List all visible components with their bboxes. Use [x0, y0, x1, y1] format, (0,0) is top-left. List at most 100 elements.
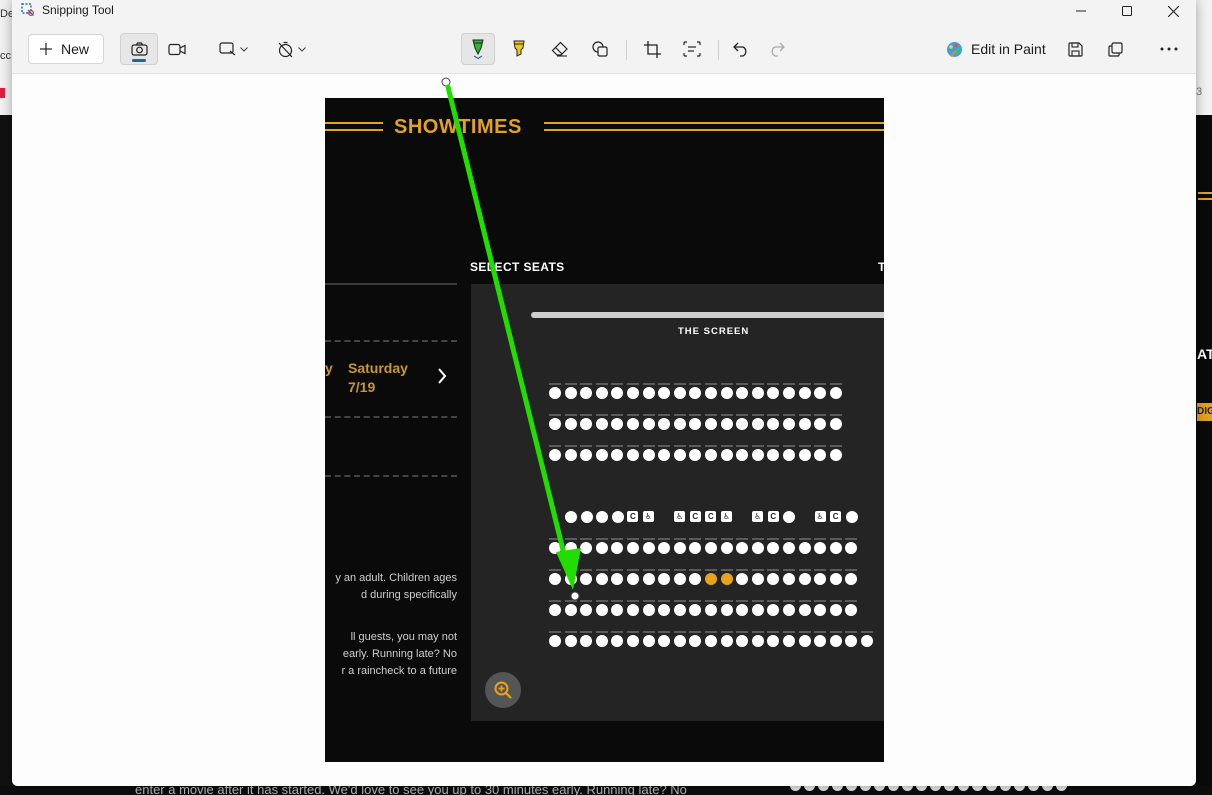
seat-available[interactable] — [658, 387, 671, 399]
seat-available[interactable] — [705, 635, 717, 647]
seat-available[interactable] — [736, 635, 749, 647]
seat-companion[interactable]: C — [627, 511, 639, 522]
seat-wheelchair[interactable]: ♿ — [721, 511, 732, 522]
seat-available[interactable] — [845, 604, 858, 616]
screenshot-mode-button[interactable] — [120, 33, 158, 65]
highlighter-button[interactable] — [502, 33, 536, 65]
seat-available[interactable] — [673, 387, 686, 399]
seat-available[interactable] — [627, 635, 639, 647]
seat-available[interactable] — [580, 418, 593, 430]
seat-available[interactable] — [549, 387, 561, 399]
save-button[interactable] — [1058, 33, 1092, 65]
seat-available[interactable] — [673, 418, 686, 430]
selected-day[interactable]: Saturday 7/19 — [348, 359, 408, 397]
seat-available[interactable] — [595, 604, 608, 616]
zoom-in-button[interactable] — [485, 672, 521, 708]
seat-available[interactable] — [798, 542, 811, 554]
seat-available[interactable] — [689, 573, 702, 585]
seat-available[interactable] — [845, 573, 858, 585]
seat-available[interactable] — [627, 418, 639, 430]
snip-canvas[interactable]: SHOWTIMES SELECT SEATS T y Saturday 7/19… — [12, 74, 1196, 786]
seat-available[interactable] — [829, 573, 842, 585]
seat-wheelchair[interactable]: ♿ — [643, 511, 654, 522]
seat-available[interactable] — [580, 573, 593, 585]
seat-available[interactable] — [751, 604, 764, 616]
seat-available[interactable] — [673, 604, 686, 616]
seat-available[interactable] — [798, 387, 811, 399]
crop-button[interactable] — [635, 33, 669, 65]
seat-available[interactable] — [564, 418, 577, 430]
seat-available[interactable] — [720, 387, 733, 399]
seat-available[interactable] — [814, 449, 827, 461]
seat-available[interactable] — [798, 449, 811, 461]
seat-available[interactable] — [673, 635, 686, 647]
seat-available[interactable] — [751, 449, 764, 461]
seat-available[interactable] — [829, 387, 842, 399]
video-mode-button[interactable] — [160, 33, 194, 65]
seat-available[interactable] — [767, 418, 780, 430]
seat-available[interactable] — [783, 604, 795, 616]
seat-available[interactable] — [767, 542, 780, 554]
seat-companion[interactable]: C — [705, 511, 717, 522]
seat-available[interactable] — [673, 449, 686, 461]
minimize-button[interactable] — [1058, 0, 1104, 22]
seat-available[interactable] — [798, 635, 811, 647]
seat-available[interactable] — [564, 635, 577, 647]
seat-available[interactable] — [705, 387, 717, 399]
seat-available[interactable] — [595, 635, 608, 647]
seat-available[interactable] — [596, 511, 609, 523]
seat-available[interactable] — [705, 418, 717, 430]
seat-available[interactable] — [627, 573, 639, 585]
seat-selected[interactable] — [705, 573, 717, 585]
seat-available[interactable] — [673, 542, 686, 554]
seat-available[interactable] — [565, 511, 577, 523]
seat-available[interactable] — [642, 387, 655, 399]
seat-wheelchair[interactable]: ♿ — [752, 511, 764, 522]
seat-available[interactable] — [705, 604, 717, 616]
seat-available[interactable] — [549, 604, 561, 616]
seat-available[interactable] — [549, 542, 561, 554]
seat-available[interactable] — [736, 449, 749, 461]
seat-available[interactable] — [580, 449, 593, 461]
seat-available[interactable] — [564, 387, 577, 399]
seat-available[interactable] — [564, 604, 577, 616]
redo-button[interactable] — [760, 33, 794, 65]
shapes-button[interactable] — [583, 33, 617, 65]
seat-available[interactable] — [549, 418, 561, 430]
seat-available[interactable] — [720, 418, 733, 430]
close-button[interactable] — [1150, 0, 1196, 22]
seat-available[interactable] — [861, 635, 873, 647]
seat-available[interactable] — [627, 542, 639, 554]
seat-available[interactable] — [658, 604, 671, 616]
seat-available[interactable] — [580, 604, 593, 616]
seat-available[interactable] — [658, 449, 671, 461]
seat-available[interactable] — [814, 418, 827, 430]
seat-available[interactable] — [705, 449, 717, 461]
seat-available[interactable] — [564, 573, 577, 585]
seat-available[interactable] — [564, 542, 577, 554]
seat-available[interactable] — [767, 449, 780, 461]
seat-available[interactable] — [549, 635, 561, 647]
seat-selected[interactable] — [720, 573, 733, 585]
seat-available[interactable] — [767, 635, 780, 647]
seat-available[interactable] — [611, 635, 624, 647]
seat-available[interactable] — [689, 635, 702, 647]
seat-available[interactable] — [751, 573, 764, 585]
seat-available[interactable] — [783, 542, 795, 554]
seat-companion[interactable]: C — [767, 511, 779, 522]
seat-available[interactable] — [595, 387, 608, 399]
seat-available[interactable] — [595, 449, 608, 461]
eraser-button[interactable] — [543, 33, 577, 65]
undo-button[interactable] — [724, 33, 758, 65]
seat-available[interactable] — [751, 542, 764, 554]
arrow-start-handle[interactable] — [441, 77, 451, 87]
seat-available[interactable] — [751, 418, 764, 430]
seat-available[interactable] — [783, 573, 795, 585]
chevron-right-icon[interactable] — [437, 368, 447, 384]
seat-available[interactable] — [829, 604, 842, 616]
seat-available[interactable] — [658, 573, 671, 585]
seat-available[interactable] — [798, 418, 811, 430]
seat-wheelchair[interactable]: ♿ — [674, 511, 686, 522]
seat-companion[interactable]: C — [689, 511, 701, 522]
new-snip-button[interactable]: New — [28, 34, 104, 64]
